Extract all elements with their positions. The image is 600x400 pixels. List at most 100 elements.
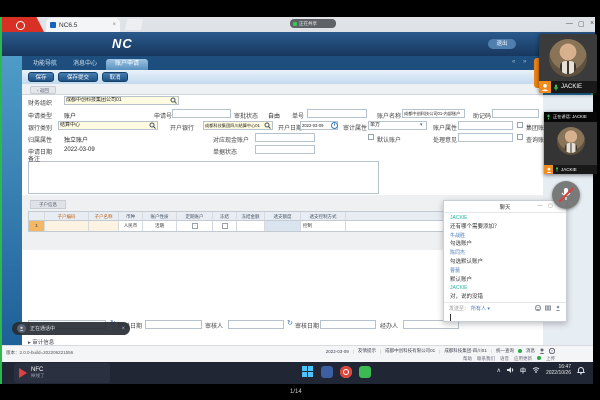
call-toast[interactable]: 正在通话中 × — [12, 322, 130, 335]
col-header[interactable]: 透支额度 — [265, 212, 301, 221]
col-header[interactable]: 定期账户 — [177, 212, 213, 221]
network-icon[interactable] — [532, 366, 540, 374]
chat-input-caret[interactable] — [450, 314, 451, 321]
chat-message: 勾选默认账户 — [450, 258, 562, 267]
field-label: 银行类别 — [28, 123, 52, 132]
taskbar-app-blue[interactable] — [321, 366, 333, 378]
cell-currency[interactable]: 人民币 — [119, 221, 143, 231]
fixed-checkbox[interactable] — [192, 223, 198, 229]
auditor-input[interactable] — [228, 320, 284, 329]
cell-fixed[interactable] — [177, 221, 213, 231]
maker-date-input[interactable] — [145, 320, 202, 329]
mnemonic-input[interactable] — [492, 109, 539, 118]
chat-titlebar[interactable]: 聊天 — ▢ × — [444, 201, 566, 213]
notification-bell-icon[interactable] — [577, 366, 585, 375]
subaccount-tab[interactable]: 子户信息 — [30, 200, 66, 209]
status-message[interactable]: 消息 — [526, 348, 535, 354]
logout-button[interactable]: 退出 — [488, 39, 516, 49]
taskbar-app-red[interactable] — [340, 366, 352, 378]
org-input[interactable]: 成都中创科技集团公司01 — [64, 96, 179, 105]
col-header[interactable]: 子户编码 — [45, 212, 89, 221]
grid-row[interactable]: 1 人民币 活期 控制 — [29, 221, 458, 231]
default-account-checkbox[interactable] — [368, 134, 374, 140]
help-icon[interactable]: ? — [549, 348, 555, 354]
toast-close-icon[interactable]: × — [121, 326, 125, 332]
col-header[interactable]: 冻结金额 — [237, 212, 265, 221]
mute-toggle-button[interactable] — [552, 181, 580, 209]
tab-scroll-right-icon[interactable]: » — [523, 59, 526, 65]
account-name-input[interactable]: 成都中创科技公司01-内部账户 — [402, 109, 465, 118]
cell-frozen-amt[interactable] — [237, 221, 265, 231]
tab-close-icon[interactable]: × — [112, 22, 116, 28]
cell-frozen[interactable] — [213, 221, 237, 231]
ime-indicator[interactable]: 中 — [520, 366, 526, 375]
save-submit-button[interactable]: 保存提交 — [58, 72, 98, 82]
cell-name[interactable] — [89, 221, 119, 231]
window-close-button[interactable]: × — [590, 20, 594, 27]
tab-function-nav[interactable]: 功能导航 — [26, 59, 64, 70]
taskbar-app-green[interactable] — [359, 366, 371, 378]
cancel-button[interactable]: 取消 — [102, 72, 128, 82]
search-icon[interactable] — [149, 122, 156, 129]
video-tile-speaker[interactable]: 正在讲话: JACKIE JACKIE — [544, 112, 597, 174]
col-header[interactable]: 子户名称 — [89, 212, 119, 221]
volume-icon[interactable] — [507, 366, 514, 374]
query-account-checkbox[interactable] — [517, 134, 523, 140]
bank-input[interactable]: 成都科技集团四川结算中心01 — [203, 121, 273, 130]
status-query[interactable]: 统一查询 — [496, 348, 514, 354]
taskbar-clock[interactable]: 16:47 2022/10/26 — [546, 364, 571, 376]
refresh-icon[interactable]: ↻ — [287, 319, 293, 327]
calendar-icon[interactable] — [331, 122, 338, 129]
nc-toolbar: 保存 保存提交 取消 — [2, 70, 543, 84]
cell-overdraft[interactable] — [265, 221, 301, 231]
clock-date: 2022/10/26 — [546, 370, 571, 376]
taskbar-toast[interactable]: NFC 掉线了 — [14, 363, 110, 383]
video-tile-main[interactable]: JACKIE — [539, 34, 597, 93]
bank-type-input[interactable]: 结算中心 — [58, 121, 158, 130]
col-header[interactable]: 透支控制方式 — [301, 212, 346, 221]
opinion-input[interactable] — [458, 133, 513, 142]
window-minimize-button[interactable]: — — [566, 20, 573, 27]
tray-expand-icon[interactable]: ∧ — [497, 367, 501, 374]
doc-state-input[interactable] — [255, 145, 315, 154]
chat-author: 曹蕾 — [450, 267, 562, 276]
apply-no-input[interactable] — [172, 109, 231, 118]
search-icon[interactable] — [170, 97, 177, 104]
screenshot-icon[interactable] — [545, 305, 551, 311]
browser-tab-nc[interactable]: NC6.5 × — [46, 18, 120, 32]
cell-control[interactable]: 控制 — [301, 221, 346, 231]
account-attr-input[interactable] — [458, 121, 513, 130]
chevron-down-icon[interactable]: ▾ — [420, 122, 423, 128]
audit-date-input[interactable] — [320, 320, 376, 329]
col-header[interactable]: 冻结 — [213, 212, 237, 221]
remark-textarea[interactable] — [28, 161, 379, 194]
new-tab-button[interactable] — [125, 19, 143, 30]
audit-attr-select[interactable]: 单方 — [368, 121, 427, 130]
chat-footer: 发送至： 所有人 ▾ — [444, 302, 566, 313]
search-icon[interactable] — [264, 122, 271, 129]
frozen-checkbox[interactable] — [222, 223, 228, 229]
back-button[interactable]: ‹ 返回 — [30, 86, 56, 94]
start-button[interactable] — [302, 366, 314, 378]
window-maximize-button[interactable]: ▢ — [578, 20, 585, 28]
emoji-icon[interactable] — [535, 305, 541, 311]
send-to-select[interactable]: 所有人 ▾ — [471, 305, 533, 312]
save-button[interactable]: 保存 — [28, 72, 54, 82]
user-icon[interactable] — [539, 348, 545, 354]
cell-code[interactable] — [45, 221, 89, 231]
status-tip[interactable]: 友情提示 — [358, 348, 376, 354]
tab-message-center[interactable]: 消息中心 — [66, 59, 104, 70]
cash-account-input[interactable] — [255, 133, 315, 142]
browser-logo[interactable] — [2, 17, 44, 32]
cell-nature[interactable]: 活期 — [143, 221, 177, 231]
doc-no-input[interactable] — [307, 109, 367, 118]
tab-account-apply[interactable]: 账户申请 — [106, 59, 148, 70]
col-header[interactable]: 币种 — [119, 212, 143, 221]
status-company[interactable]: 成都中创科技有限公司01 — [385, 348, 435, 354]
group-account-checkbox[interactable] — [517, 122, 523, 128]
col-header[interactable]: 账户性质 — [143, 212, 177, 221]
member-icon[interactable] — [555, 305, 561, 311]
call-toast-text: 正在通话中 — [30, 325, 117, 332]
status-group[interactable]: 成都科技集团-四川01 — [444, 348, 487, 354]
tab-scroll-left-icon[interactable]: « — [512, 59, 515, 65]
